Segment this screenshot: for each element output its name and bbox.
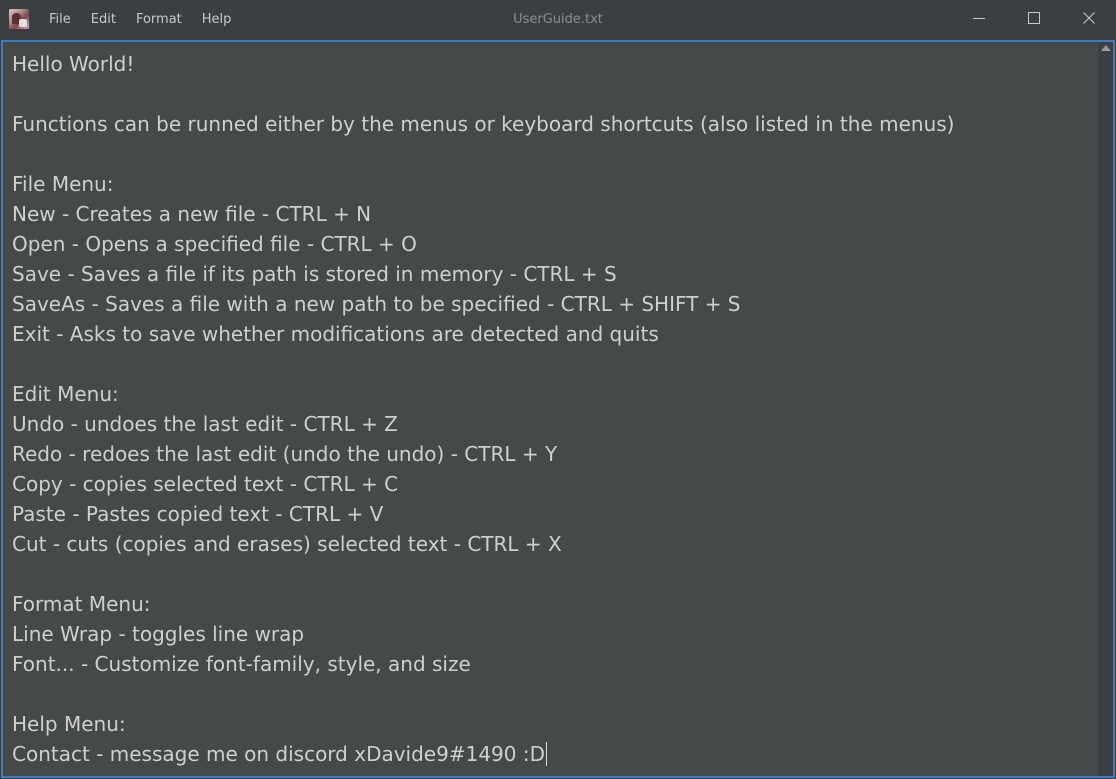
app-window: UserGuide.txt File Edit Format Help Hell…: [0, 0, 1116, 779]
editor-line: Font... - Customize font-family, style, …: [12, 652, 471, 676]
window-controls: [951, 0, 1116, 36]
editor-line: Format Menu:: [12, 592, 151, 616]
menu-bar: File Edit Format Help: [39, 0, 241, 39]
scroll-up-arrow-icon[interactable]: [1101, 45, 1111, 51]
menu-format[interactable]: Format: [126, 0, 192, 39]
menu-help[interactable]: Help: [192, 0, 242, 39]
minimize-icon: [972, 18, 985, 19]
title-bar[interactable]: UserGuide.txt File Edit Format Help: [0, 0, 1116, 39]
editor-line: Paste - Pastes copied text - CTRL + V: [12, 502, 384, 526]
editor-line: Undo - undoes the last edit - CTRL + Z: [12, 412, 398, 436]
editor-line: Line Wrap - toggles line wrap: [12, 622, 305, 646]
vertical-scrollbar[interactable]: [1098, 42, 1113, 776]
editor-line: File Menu:: [12, 172, 114, 196]
text-caret: [546, 742, 547, 766]
editor-line: New - Creates a new file - CTRL + N: [12, 202, 372, 226]
editor-line: SaveAs - Saves a file with a new path to…: [12, 292, 741, 316]
editor-line: Contact - message me on discord xDavide9…: [12, 742, 547, 766]
maximize-button[interactable]: [1006, 0, 1061, 36]
editor-content[interactable]: Hello World! Functions can be runned eit…: [4, 45, 1097, 776]
editor-line: Edit Menu:: [12, 382, 119, 406]
editor-line: Exit - Asks to save whether modification…: [12, 322, 659, 346]
menu-file[interactable]: File: [39, 0, 81, 39]
editor-line: Save - Saves a file if its path is store…: [12, 262, 617, 286]
app-icon[interactable]: [9, 9, 29, 29]
menu-edit[interactable]: Edit: [81, 0, 126, 39]
editor-line: Help Menu:: [12, 712, 126, 736]
close-button[interactable]: [1061, 0, 1116, 36]
editor-line: Copy - copies selected text - CTRL + C: [12, 472, 399, 496]
minimize-button[interactable]: [951, 0, 1006, 36]
editor-line: Cut - cuts (copies and erases) selected …: [12, 532, 562, 556]
scroll-track[interactable]: [1101, 58, 1110, 760]
editor-line: Functions can be runned either by the me…: [12, 112, 955, 136]
close-icon: [1082, 12, 1095, 24]
editor-line: Redo - redoes the last edit (undo the un…: [12, 442, 558, 466]
editor-line: Open - Opens a specified file - CTRL + O: [12, 232, 417, 256]
editor-line: Hello World!: [12, 52, 135, 76]
text-editor[interactable]: Hello World! Functions can be runned eit…: [1, 40, 1115, 778]
maximize-icon: [1027, 12, 1040, 24]
